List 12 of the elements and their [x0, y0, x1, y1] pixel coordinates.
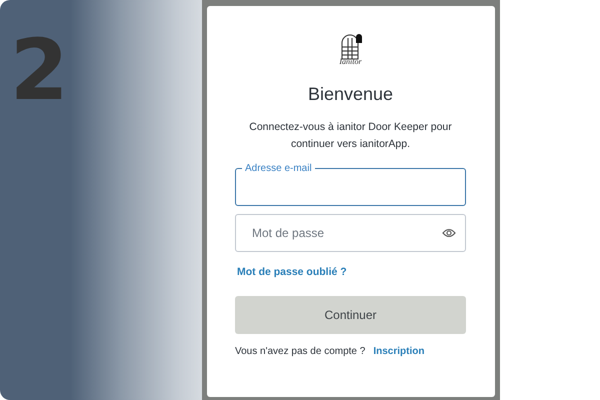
title: Bienvenue: [308, 84, 394, 105]
signup-link[interactable]: Inscription: [373, 346, 424, 357]
password-field[interactable]: Mot de passe: [235, 214, 466, 252]
signup-prompt: Vous n'avez pas de compte ?: [235, 346, 366, 357]
door-icon: [338, 34, 362, 60]
eye-icon[interactable]: [442, 228, 456, 238]
email-field[interactable]: Adresse e-mail: [235, 162, 466, 206]
forgot-password-link[interactable]: Mot de passe oublié ?: [237, 266, 347, 278]
field-label: Adresse e-mail: [244, 162, 313, 174]
step-number: 2: [10, 21, 68, 119]
logo-text: Ianitor: [339, 57, 362, 66]
subtitle: Connectez-vous à ianitor Door Keeper pour continuer vers ianitorApp.: [248, 120, 453, 152]
